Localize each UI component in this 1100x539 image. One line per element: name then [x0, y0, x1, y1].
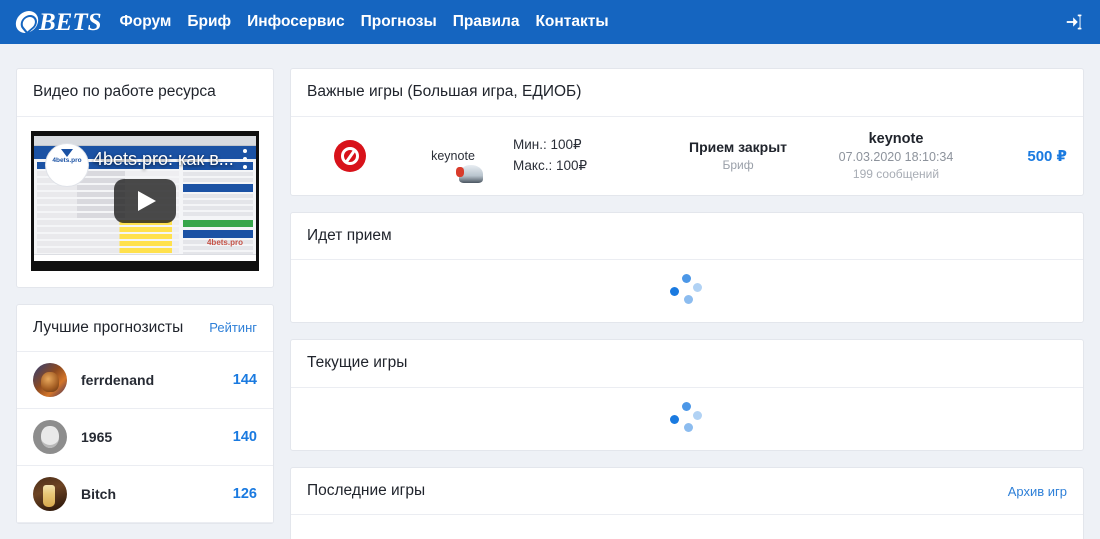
game-player-name: keynote — [431, 148, 475, 163]
important-games-body: keynote Мин.: 100₽ Макс.: 100₽ Прием зак… — [291, 117, 1083, 195]
nav-item-infoservice[interactable]: Инфосервис — [247, 0, 345, 44]
top-predictors-card: Лучшие прогнозисты Рейтинг ferrdenand 14… — [16, 303, 274, 525]
sign-in-icon[interactable] — [1064, 11, 1086, 33]
game-message-count: 199 сообщений — [852, 166, 940, 181]
predictor-name: Bitch — [81, 486, 116, 503]
accepting-games-title: Идет прием — [307, 226, 392, 244]
predictor-score: 126 — [232, 486, 257, 503]
current-games-body — [291, 388, 1083, 450]
sidebar: Видео по работе ресурса 4bets.pro 4bets.… — [16, 68, 274, 539]
game-sum: 500 ₽ — [1027, 147, 1067, 165]
game-min-limit: Мин.: 100₽ — [513, 136, 582, 152]
important-games-header: Важные игры (Большая игра, ЕДИОБ) — [291, 69, 1083, 117]
list-item[interactable]: Bitch 126 — [17, 466, 273, 524]
predictor-score: 144 — [232, 372, 257, 389]
nav-link-rules[interactable]: Правила — [453, 0, 520, 44]
list-item[interactable]: ferrdenand 144 — [17, 352, 273, 410]
avatar — [33, 363, 67, 398]
avatar — [33, 477, 67, 512]
video-watermark: 4bets.pro — [206, 237, 243, 247]
preview-footer-strip — [34, 253, 256, 261]
video-wrapper: 4bets.pro 4bets.pro: как в... 4bets.pro — [17, 117, 273, 287]
video-logo-text: 4bets.pro — [52, 156, 82, 164]
predictors-list: ferrdenand 144 1965 140 Bitch 126 — [17, 352, 273, 524]
kebab-menu-icon[interactable] — [243, 148, 247, 173]
game-max-limit: Макс.: 100₽ — [513, 157, 588, 173]
video-card: Видео по работе ресурса 4bets.pro 4bets.… — [16, 68, 274, 288]
last-games-title: Последние игры — [307, 481, 426, 499]
game-player-cell[interactable]: keynote — [393, 149, 513, 163]
nav-item-forum[interactable]: Форум — [120, 0, 172, 44]
accepting-games-card: Идет прием — [290, 211, 1084, 324]
important-games-card: Важные игры (Большая игра, ЕДИОБ) keynot… — [290, 68, 1084, 196]
game-accept-cell: Прием закрыт Бриф — [663, 139, 813, 172]
nav-link-brief[interactable]: Бриф — [187, 0, 231, 44]
page-layout: Видео по работе ресурса 4bets.pro 4bets.… — [0, 44, 1100, 539]
current-games-header: Текущие игры — [291, 340, 1083, 388]
nav-item-contacts[interactable]: Контакты — [535, 0, 608, 44]
navbar-right — [1064, 11, 1086, 33]
game-author-name[interactable]: keynote — [813, 131, 979, 147]
main-navigation: Форум Бриф Инфосервис Прогнозы Правила К… — [120, 0, 609, 44]
nav-link-forecasts[interactable]: Прогнозы — [361, 0, 437, 44]
closed-circle-icon — [334, 139, 366, 172]
game-date: 07.03.2020 18:10:34 — [838, 149, 954, 164]
brand-text: BETS — [39, 8, 102, 36]
predictor-name: 1965 — [81, 429, 113, 446]
predictors-card-header: Лучшие прогнозисты Рейтинг — [17, 305, 273, 353]
video-overlay-title: 4bets.pro: как в... — [93, 148, 234, 169]
nav-item-forecasts[interactable]: Прогнозы — [361, 0, 437, 44]
predictor-score: 140 — [232, 429, 257, 446]
current-games-title: Текущие игры — [307, 354, 408, 372]
site-logo[interactable]: BETS — [14, 8, 102, 36]
video-card-header: Видео по работе ресурса — [17, 69, 273, 117]
video-channel-logo: 4bets.pro — [45, 142, 89, 187]
avatar — [33, 420, 67, 455]
list-item[interactable]: 1965 140 — [17, 409, 273, 467]
nav-link-forum[interactable]: Форум — [120, 0, 172, 44]
predictor-name: ferrdenand — [81, 372, 155, 389]
table-row[interactable]: keynote Мин.: 100₽ Макс.: 100₽ Прием зак… — [291, 117, 1083, 195]
game-section-label: Бриф — [722, 158, 754, 173]
current-games-card: Текущие игры — [290, 339, 1084, 451]
game-author-cell: keynote 07.03.2020 18:10:34 199 сообщени… — [813, 131, 979, 181]
game-status-cell — [307, 139, 393, 172]
video-card-title: Видео по работе ресурса — [33, 83, 216, 100]
play-button-icon[interactable] — [114, 178, 176, 223]
nav-link-contacts[interactable]: Контакты — [535, 0, 608, 44]
nav-link-infoservice[interactable]: Инфосервис — [247, 0, 345, 44]
accepting-games-body — [291, 260, 1083, 322]
video-thumbnail[interactable]: 4bets.pro 4bets.pro: как в... 4bets.pro — [31, 130, 259, 271]
4bets-logo-icon — [14, 11, 40, 33]
main-content: Важные игры (Большая игра, ЕДИОБ) keynot… — [290, 68, 1084, 539]
funnel-icon — [61, 148, 73, 157]
games-archive-link[interactable]: Архив игр — [1008, 484, 1067, 499]
last-games-body — [291, 515, 1083, 539]
top-navbar: BETS Форум Бриф Инфосервис Прогнозы Прав… — [0, 0, 1100, 44]
nav-item-rules[interactable]: Правила — [453, 0, 520, 44]
game-limits-cell: Мин.: 100₽ Макс.: 100₽ — [513, 135, 663, 177]
last-games-header: Последние игры Архив игр — [291, 468, 1083, 516]
important-games-title: Важные игры (Большая игра, ЕДИОБ) — [307, 83, 582, 100]
game-accept-status: Прием закрыт — [689, 139, 787, 156]
last-games-card: Последние игры Архив игр — [290, 466, 1084, 539]
predictors-card-title: Лучшие прогнозисты — [33, 318, 184, 336]
nav-item-brief[interactable]: Бриф — [187, 0, 231, 44]
loading-spinner-icon — [670, 274, 704, 308]
loading-spinner-icon — [670, 401, 704, 436]
accepting-games-header: Идет прием — [291, 213, 1083, 261]
rating-link[interactable]: Рейтинг — [209, 320, 257, 335]
